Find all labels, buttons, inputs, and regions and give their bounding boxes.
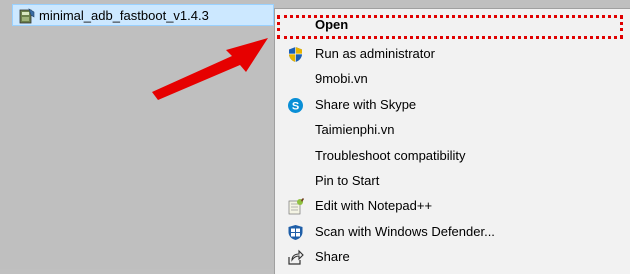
menu-item-pin-to-start[interactable]: Pin to Start (275, 169, 630, 194)
menu-item-label: Scan with Windows Defender... (315, 224, 495, 239)
menu-item-label: Pin to Start (315, 173, 380, 188)
menu-item-open[interactable]: Open (275, 13, 630, 39)
selected-file[interactable]: minimal_adb_fastboot_v1.4.3 (12, 4, 274, 26)
windows-defender-icon (288, 225, 303, 240)
menu-item-9mobi[interactable]: 9mobi.vn (275, 67, 630, 92)
notepadpp-icon (288, 198, 304, 215)
menu-item-taimienphi[interactable]: Taimienphi.vn (275, 118, 630, 143)
file-name: minimal_adb_fastboot_v1.4.3 (39, 8, 209, 23)
installer-icon (19, 8, 35, 24)
menu-item-label: Share (315, 249, 350, 264)
menu-item-run-as-admin[interactable]: Run as administrator (275, 42, 630, 67)
menu-item-share[interactable]: Share (275, 245, 630, 270)
desktop-background: minimal_adb_fastboot_v1.4.3 Open Run as … (0, 0, 630, 274)
menu-item-label: Troubleshoot compatibility (315, 148, 466, 163)
menu-item-label: Run as administrator (315, 46, 435, 61)
svg-text:S: S (292, 101, 299, 113)
menu-item-notepadpp[interactable]: Edit with Notepad++ (275, 194, 630, 219)
menu-item-label: Share with Skype (315, 97, 417, 112)
menu-item-share-skype[interactable]: S Share with Skype (275, 93, 630, 118)
menu-item-label: Taimienphi.vn (315, 122, 395, 137)
uac-shield-icon (289, 47, 302, 62)
highlight-box (277, 15, 623, 39)
menu-item-windows-defender[interactable]: Scan with Windows Defender... (275, 220, 630, 245)
menu-item-troubleshoot[interactable]: Troubleshoot compatibility (275, 144, 630, 169)
skype-icon: S (288, 98, 303, 113)
menu-item-label: 9mobi.vn (315, 71, 368, 86)
context-menu: Open Run as administrator 9mobi.vn S Sha… (274, 8, 630, 274)
share-icon (288, 249, 304, 265)
menu-item-label: Edit with Notepad++ (315, 198, 433, 213)
